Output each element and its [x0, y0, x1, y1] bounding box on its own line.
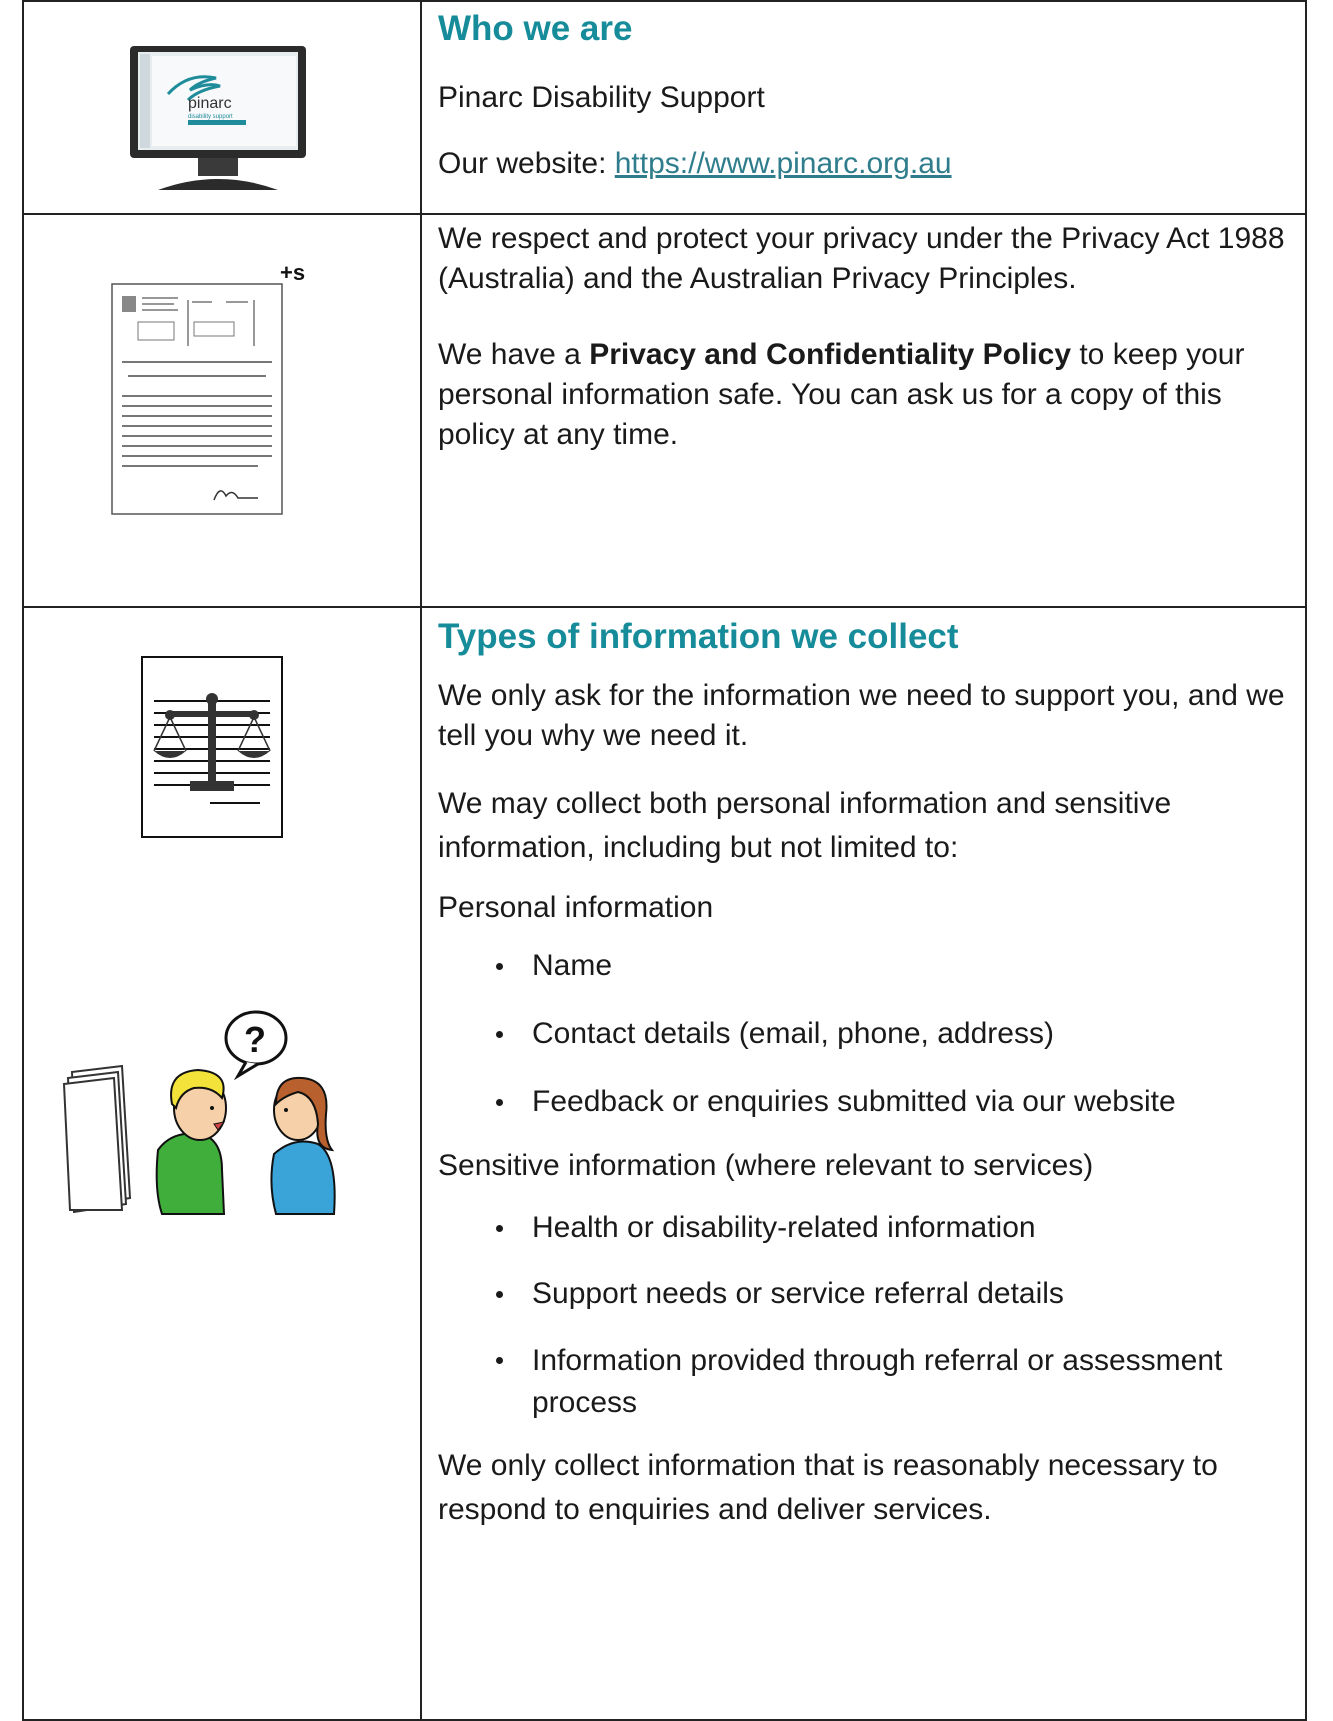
list-item: Health or disability-related information [438, 1208, 1297, 1248]
list-item-text: Name [532, 949, 613, 982]
info-table: Who we are Pinarc Disability Support Our… [22, 0, 1307, 1721]
website-link[interactable]: https://www.pinarc.org.au [615, 147, 952, 180]
bullet-icon [496, 963, 503, 970]
bullet-icon [496, 1031, 503, 1038]
policy-name: Privacy and Confidentiality Policy [589, 338, 1072, 371]
monitor-logo-sub: disability support [188, 114, 233, 120]
text-cell-who-we-are: Who we are Pinarc Disability Support Our… [420, 0, 1307, 215]
speech-bubble-icon: ? [224, 1010, 288, 1081]
website-line: Our website: https://www.pinarc.org.au [438, 144, 1297, 184]
personal-info-title: Personal information [438, 891, 714, 924]
privacy-law-paragraph: We respect and protect your privacy unde… [438, 222, 1285, 295]
monitor-logo-text: pinarc [188, 95, 232, 112]
law-scales-icon [141, 656, 283, 838]
heading-who-we-are: Who we are [438, 9, 633, 48]
text-cell-privacy-law: We respect and protect your privacy unde… [420, 213, 1307, 608]
list-item-text: Support needs or service referral detail… [532, 1277, 1064, 1310]
policy-text-pre: We have a [438, 338, 590, 371]
list-item-text: Information provided through referral or… [532, 1344, 1223, 1419]
bullet-icon [496, 1099, 503, 1106]
list-item: Feedback or enquiries submitted via our … [438, 1082, 1297, 1122]
list-item: Contact details (email, phone, address) [438, 1014, 1297, 1054]
list-item: Information provided through referral or… [438, 1340, 1297, 1424]
intro-paragraph-1: We only ask for the information we need … [438, 679, 1285, 752]
list-item: Support needs or service referral detail… [438, 1274, 1297, 1314]
heading-types-of-information: Types of information we collect [438, 617, 959, 656]
list-item-text: Feedback or enquiries submitted via our … [532, 1085, 1176, 1118]
website-monitor-icon: pinarc disability support [130, 46, 306, 190]
official-document-icon: +s [111, 262, 305, 515]
document-plural-mark: +s [280, 262, 305, 285]
text-cell-types-of-information: Types of information we collect We only … [420, 606, 1307, 1721]
list-item-text: Health or disability-related information [532, 1211, 1036, 1244]
people-asking-questions-icon: ? [62, 1010, 336, 1215]
question-mark: ? [244, 1019, 266, 1060]
girl-figure-icon [270, 1076, 336, 1215]
list-item-text: Contact details (email, phone, address) [532, 1017, 1054, 1050]
bullet-icon [496, 1357, 503, 1364]
intro-paragraph-2: We may collect both personal information… [438, 787, 1172, 864]
list-item: Name [438, 946, 1297, 986]
bullet-icon [496, 1291, 503, 1298]
website-label: Our website: [438, 147, 615, 180]
org-name: Pinarc Disability Support [438, 81, 765, 114]
sensitive-info-list: Health or disability-related information… [438, 1208, 1297, 1424]
closing-paragraph: We only collect information that is reas… [438, 1449, 1218, 1526]
sensitive-info-title: Sensitive information (where relevant to… [438, 1149, 1094, 1182]
bullet-icon [496, 1225, 503, 1232]
policy-paragraph: We have a Privacy and Confidentiality Po… [438, 335, 1297, 455]
personal-info-list: Name Contact details (email, phone, addr… [438, 946, 1297, 1122]
boy-figure-icon [155, 1068, 227, 1215]
